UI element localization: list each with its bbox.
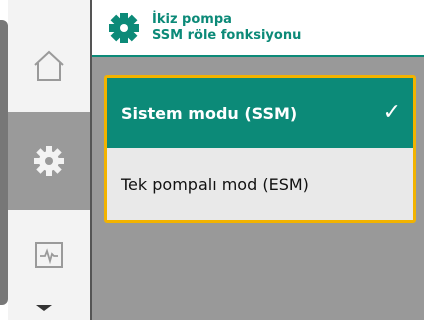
nav-diagnostics-button[interactable] [8,210,90,300]
option-system-mode-ssm[interactable]: Sistem modu (SSM) ✓ [107,78,413,148]
nav-home-button[interactable] [8,20,90,112]
scroll-indicator [0,20,8,305]
checkmark-icon: ✓ [382,100,401,125]
home-icon [34,50,64,81]
option-single-pump-mode-esm[interactable]: Tek pompalı mod (ESM) [107,148,413,220]
diagnostics-icon [35,242,63,268]
gear-icon [109,13,139,43]
arrow-down-icon[interactable] [36,305,52,311]
option-label: Tek pompalı mod (ESM) [121,174,309,194]
page-title-line2: SSM röle fonksiyonu [152,28,302,43]
main-panel: Sistem modu (SSM) ✓ Tek pompalı mod (ESM… [92,57,424,320]
page-title-line1: İkiz pompa [152,12,232,27]
nav-settings-button[interactable] [8,112,90,210]
page-title: İkiz pompa SSM röle fonksiyonu [152,12,301,44]
settings-gear-icon [34,146,64,176]
header: İkiz pompa SSM röle fonksiyonu [92,0,424,56]
option-label: Sistem modu (SSM) [121,103,298,123]
option-list: Sistem modu (SSM) ✓ Tek pompalı mod (ESM… [104,75,416,223]
side-navigation [0,0,90,320]
